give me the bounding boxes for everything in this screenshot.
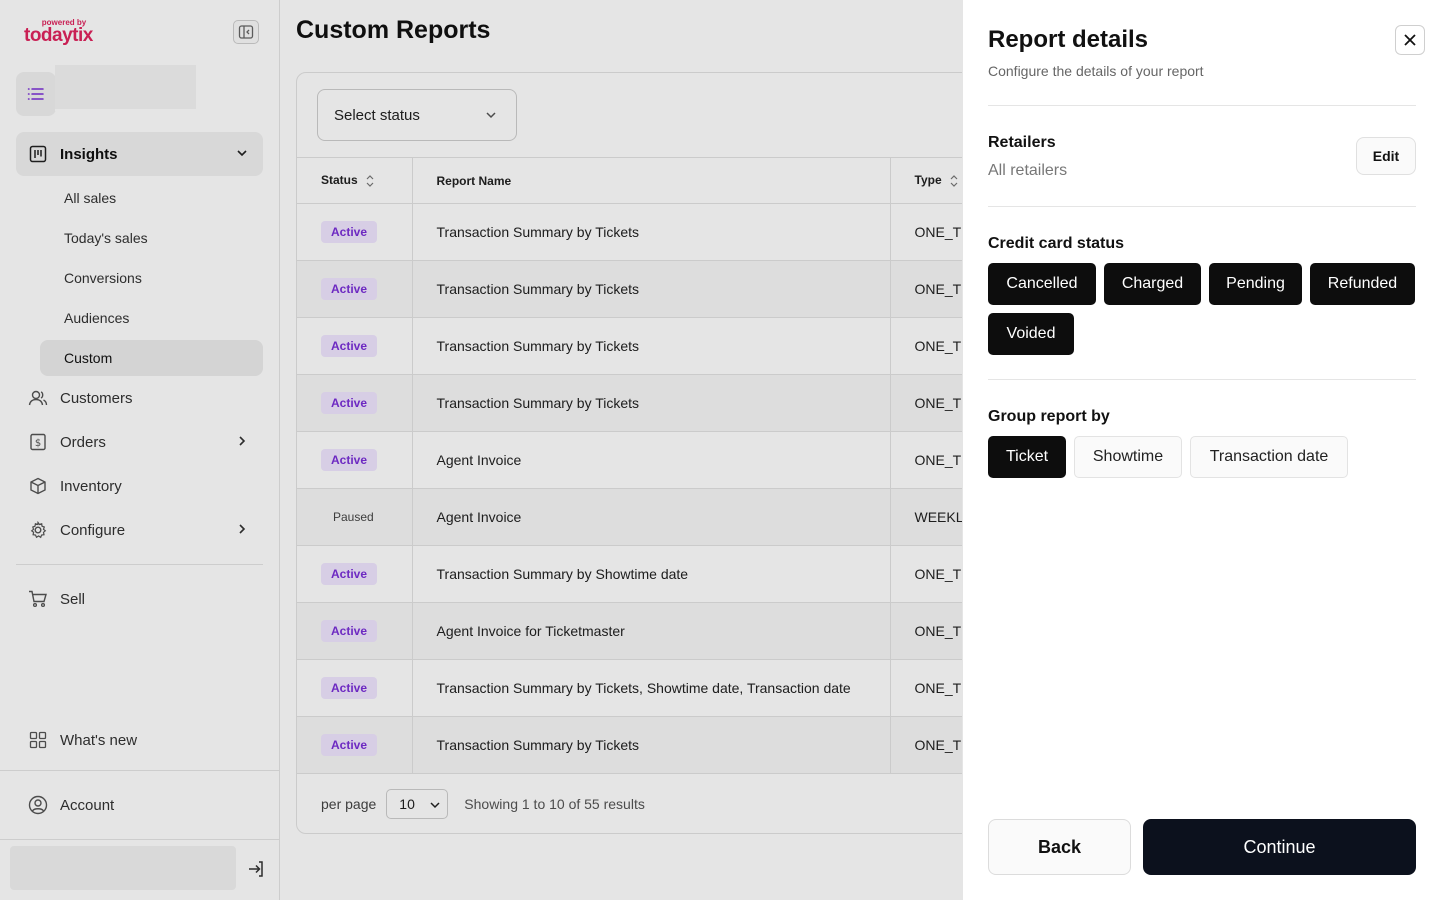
close-icon [1404, 34, 1416, 46]
retailers-value: All retailers [988, 162, 1068, 179]
credit-card-status-title: Credit card status [988, 235, 1125, 252]
continue-button[interactable]: Continue [1143, 819, 1416, 875]
drawer-divider [988, 379, 1416, 380]
edit-retailers-button[interactable]: Edit [1356, 137, 1416, 175]
drawer-divider [988, 105, 1416, 106]
modal-backdrop[interactable] [0, 0, 962, 900]
cc-status-chip-charged[interactable]: Charged [1104, 263, 1201, 305]
close-button[interactable] [1395, 25, 1425, 55]
drawer-divider [988, 206, 1416, 207]
group-chip-ticket[interactable]: Ticket [988, 436, 1066, 478]
group-report-by-title: Group report by [988, 408, 1110, 425]
back-button[interactable]: Back [988, 819, 1131, 875]
cc-status-chip-refunded[interactable]: Refunded [1310, 263, 1415, 305]
drawer-title: Report details [988, 26, 1149, 53]
retailers-title: Retailers [988, 134, 1056, 151]
report-details-drawer: Report details Configure the details of … [962, 0, 1440, 900]
cc-status-chip-voided[interactable]: Voided [988, 313, 1074, 355]
cc-status-chip-pending[interactable]: Pending [1209, 263, 1302, 305]
cc-status-chip-cancelled[interactable]: Cancelled [988, 263, 1096, 305]
group-chip-showtime[interactable]: Showtime [1074, 436, 1182, 478]
group-chip-transaction-date[interactable]: Transaction date [1190, 436, 1348, 478]
drawer-subtitle: Configure the details of your report [988, 63, 1204, 79]
